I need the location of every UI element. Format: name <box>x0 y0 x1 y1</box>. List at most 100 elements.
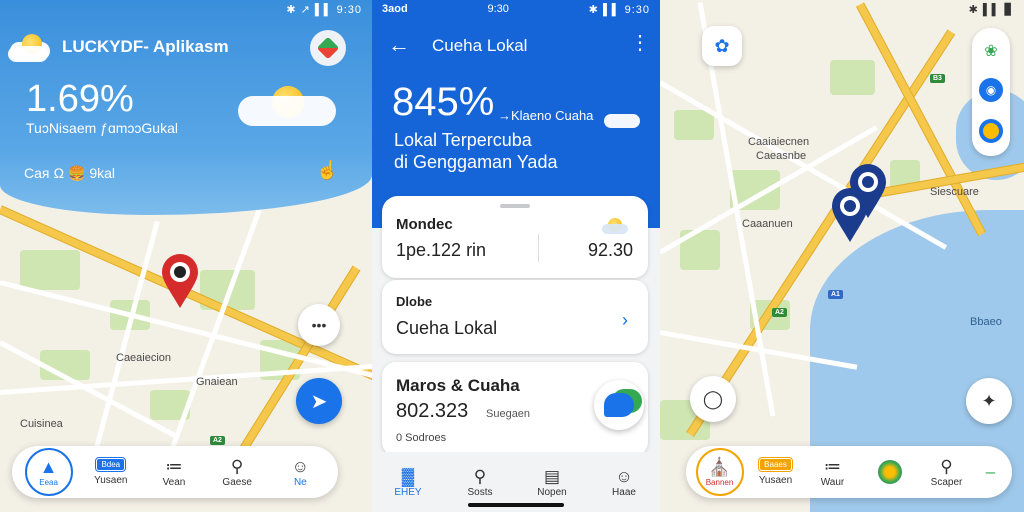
chat-button[interactable] <box>594 380 644 430</box>
layers-icon[interactable]: ❀ <box>984 41 997 61</box>
card-subtitle: Cueha Lokal <box>396 318 498 338</box>
nav-item-view[interactable]: ≔ Vean <box>149 457 199 488</box>
page-title: Cueha Lokal <box>432 36 528 55</box>
minus-icon: – <box>985 462 996 481</box>
compass-icon[interactable] <box>979 119 1003 144</box>
status-bar: 3aod 9:30 ✱ ▌▌ 9:30 <box>372 0 660 18</box>
status-icons: ✱ ▌▌ ▊ <box>968 3 1014 16</box>
status-icons: ✱ ▌▌ 9:30 <box>588 3 650 16</box>
nav-item-view[interactable]: ≔ Waur <box>808 457 858 488</box>
status-center: 9:30 <box>487 3 509 15</box>
screen-map-route: Caaiaiecnen Caeasnbe Caaanuen Siescuare … <box>660 0 1024 512</box>
chevron-right-icon: › <box>622 310 628 330</box>
map-label: Caeasnbe <box>756 150 807 162</box>
status-time: 3aod <box>382 3 408 15</box>
search-icon: ⚲ <box>473 466 487 486</box>
card-title: Dlobe <box>396 294 433 309</box>
weather-subtitle: TuɔNisaem ƒɑmɔɔGukal <box>26 120 178 136</box>
nav-item-profile[interactable]: ☺ Ne <box>275 457 325 488</box>
list-card[interactable]: Dlobe Cueha Lokal › <box>382 280 648 354</box>
recenter-button[interactable]: ✦ <box>966 378 1012 424</box>
layer-controls: ❀ ◉ <box>972 28 1010 156</box>
card-footer: 0 Sodroes <box>396 432 447 444</box>
card-right-value: 92.30 <box>588 240 634 260</box>
nav-item-stats[interactable]: ▓ EHEY <box>383 467 433 498</box>
nav-item-search[interactable]: ⚲ Gaese <box>212 457 262 488</box>
card-title: Mondec <box>396 216 453 233</box>
app-logo-button[interactable] <box>310 30 346 66</box>
nav-badge-item[interactable]: Bdea Yusaen <box>86 457 136 486</box>
location-pin-icon[interactable] <box>160 252 200 310</box>
chat-icon <box>604 393 634 417</box>
nav-badge-item[interactable]: Baaes Yusaen <box>751 457 801 486</box>
shield-button[interactable]: ◯ <box>690 376 736 422</box>
bottom-nav: ⛪ Bannen Baaes Yusaen ≔ Waur ⚲ Scaper – <box>686 446 1012 498</box>
tap-icon[interactable]: ☝ <box>316 160 338 181</box>
card-value: 802.323 <box>396 400 469 422</box>
card-title: Maros & Cuaha <box>396 376 520 395</box>
summary-card[interactable]: Mondec 1pe.122 rin 92.30 <box>382 196 648 278</box>
shield-icon: ◯ <box>702 388 724 409</box>
status-bar: ✱ ▌▌ ▊ <box>660 0 1024 18</box>
map-label: Caeaiecion <box>116 352 172 364</box>
nav-item-search[interactable]: ⚲ Sosts <box>455 467 505 498</box>
weather-cloud-icon <box>238 96 336 126</box>
back-button[interactable]: ← <box>388 32 410 58</box>
road-shield: A2 <box>210 436 225 445</box>
status-bar: ✱ ↗ ▌▌ 9:30 <box>0 0 372 18</box>
search-icon: ⚲ <box>940 456 953 476</box>
person-icon: ☺ <box>615 466 633 486</box>
card-value-suffix: Suegaen <box>486 408 531 420</box>
map-label: Gnaiean <box>196 376 238 388</box>
map-view[interactable]: Caaiaiecnen Caeasnbe Caaanuen Siescuare … <box>660 0 1024 512</box>
nav-item-more[interactable]: – <box>979 462 1003 482</box>
headline-line2: di Genggaman Yada <box>394 152 558 172</box>
header-cloud-icon <box>604 114 640 128</box>
nav-item-avatar[interactable] <box>865 460 915 484</box>
more-options-button[interactable]: ••• <box>298 304 340 346</box>
map-label: Caaiaiecnen <box>748 136 810 148</box>
headline-line1: Lokal Terpercuba <box>394 130 532 150</box>
location-icon[interactable]: ◉ <box>979 77 1003 102</box>
grid-icon: ≔ <box>165 456 183 476</box>
navigate-button[interactable]: ➤ <box>296 378 342 424</box>
app-logo-button[interactable]: ✿ <box>702 26 742 66</box>
grid-icon: ≔ <box>824 456 841 476</box>
location-label[interactable]: Caя Ω 🍔 9kal <box>24 165 115 182</box>
map-label: Siescuare <box>930 186 979 198</box>
app-title: LUCKYDF- Aplikasm <box>62 37 229 56</box>
nav-item-news[interactable]: ▤ Nopen <box>527 467 577 498</box>
home-icon: ⛪ <box>708 457 731 477</box>
map-label: Bbaeo <box>970 316 1002 328</box>
person-icon: ☺ <box>291 456 310 476</box>
card-left-value: 1pe.122 rin <box>396 240 487 260</box>
screen-detail: 3aod 9:30 ✱ ▌▌ 9:30 ← Cueha Lokal ⋮ 845%… <box>372 0 660 512</box>
home-indicator <box>468 503 564 507</box>
bottom-nav: ▲ Eeaa Bdea Yusaen ≔ Vean ⚲ Gaese ☺ Ne <box>12 446 338 498</box>
nav-home-button[interactable]: ▲ Eeaa <box>24 448 73 496</box>
bar-chart-icon: ▓ <box>401 466 415 486</box>
map-label: Cuisinea <box>20 418 63 430</box>
origin-pin-icon[interactable] <box>830 186 870 244</box>
nav-badge: Bdea <box>95 457 127 472</box>
map-logo-icon <box>316 36 340 60</box>
nav-item-profile[interactable]: ☺ Haae <box>599 467 649 498</box>
nav-home-button[interactable]: ⛪ Bannen <box>695 448 744 496</box>
search-icon: ⚲ <box>230 456 244 476</box>
overflow-menu-icon[interactable]: ⋮ <box>630 32 650 54</box>
triptych: Caeaiecion Gnaiean Cuisinea A2 ✱ ↗ ▌▌ 9:… <box>0 0 1024 512</box>
news-icon: ▤ <box>543 466 561 486</box>
big-value-aside: →Klaeno Cuaha <box>498 108 594 123</box>
maps-card[interactable]: Maros & Cuaha 802.323 Suegaen 0 Sodroes <box>382 362 648 456</box>
nav-badge: Baaes <box>758 457 793 472</box>
weather-value: 1.69% <box>26 78 134 120</box>
avatar <box>877 460 902 484</box>
nav-item-search[interactable]: ⚲ Scaper <box>922 457 972 488</box>
screen-weather-map: Caeaiecion Gnaiean Cuisinea A2 ✱ ↗ ▌▌ 9:… <box>0 0 372 512</box>
drag-handle[interactable] <box>500 204 530 208</box>
crosshair-icon: ✦ <box>981 390 997 411</box>
big-value: 845% <box>392 80 495 124</box>
status-icons: ✱ ↗ ▌▌ 9:30 <box>286 3 362 16</box>
map-label: Caaanuen <box>742 218 793 230</box>
card-divider <box>538 234 539 262</box>
